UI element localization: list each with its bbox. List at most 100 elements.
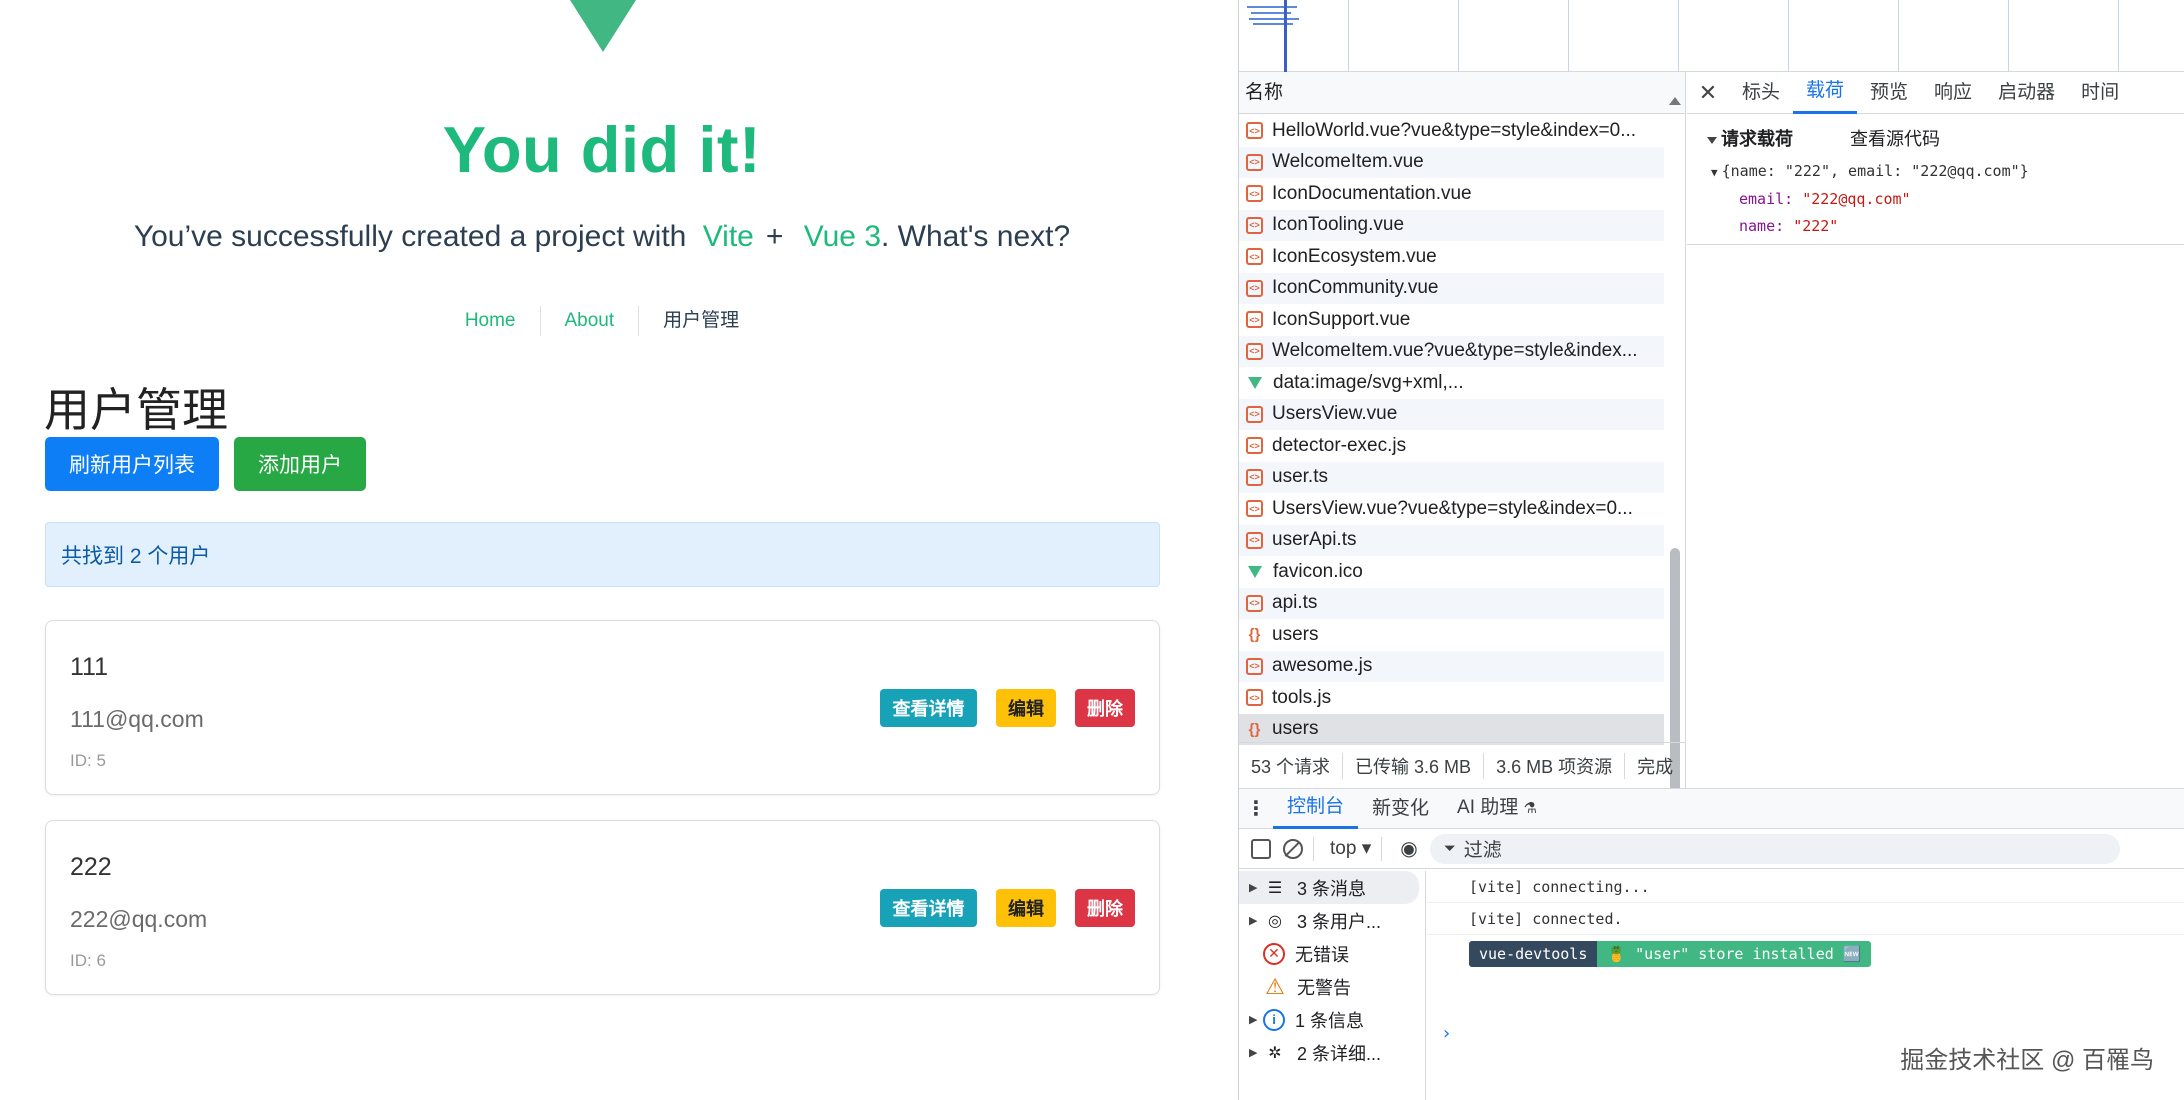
file-icon: <>	[1246, 248, 1263, 266]
request-payload-title[interactable]: 请求载荷	[1707, 125, 1793, 151]
tab-response[interactable]: 响应	[1921, 73, 1985, 113]
view-details-button[interactable]: 查看详情	[880, 889, 977, 927]
name-column-header[interactable]: 名称	[1239, 72, 1685, 114]
more-options-icon[interactable]: ⋮	[1239, 796, 1273, 821]
divider	[1313, 836, 1314, 861]
timeline-gridline	[1458, 0, 1459, 72]
tab-initiator[interactable]: 启动器	[1985, 73, 2068, 113]
request-name: tools.js	[1272, 686, 1332, 708]
request-row[interactable]: <> WelcomeItem.vue	[1239, 146, 1664, 178]
network-status-bar: 53 个请求 已传输 3.6 MB 3.6 MB 项资源 完成	[1239, 742, 1686, 788]
request-name: awesome.js	[1272, 655, 1373, 677]
request-row[interactable]: <> HelloWorld.vue?vue&type=style&index=0.…	[1239, 115, 1664, 147]
divider	[1381, 836, 1383, 861]
tab-ai-assistance[interactable]: AI 助理 ⚗	[1443, 789, 1551, 828]
sidebar-item-info[interactable]: ▶ i 1 条信息	[1239, 1003, 1425, 1036]
nav-about[interactable]: About	[539, 306, 639, 336]
timeline-gridline	[2008, 0, 2009, 72]
close-icon[interactable]: ✕	[1687, 80, 1729, 106]
clear-console-icon[interactable]	[1283, 838, 1303, 859]
sidebar-item-verbose[interactable]: ▶ ✲ 2 条详细...	[1239, 1036, 1425, 1069]
view-source-link[interactable]: 查看源代码	[1850, 125, 1940, 151]
add-user-button[interactable]: 添加用户	[234, 437, 366, 491]
request-row[interactable]: <> IconTooling.vue	[1239, 209, 1664, 241]
tab-headers[interactable]: 标头	[1729, 73, 1793, 113]
request-name: UsersView.vue	[1272, 403, 1398, 425]
timeline-bar	[1253, 23, 1293, 25]
nav-home[interactable]: Home	[441, 306, 540, 336]
edit-button[interactable]: 编辑	[996, 889, 1056, 927]
log-line: [vite] connected.	[1427, 903, 2184, 935]
request-row[interactable]: <> UsersView.vue?vue&type=style&index=0..…	[1239, 493, 1664, 525]
sidebar-toggle-icon[interactable]	[1251, 838, 1271, 859]
context-selector[interactable]: top ▾	[1330, 837, 1371, 860]
devtools-panel: 名称 <> HelloWorld.vue?vue&type=style&index…	[1238, 0, 2184, 1100]
tab-console[interactable]: 控制台	[1273, 788, 1359, 829]
edit-button[interactable]: 编辑	[996, 689, 1056, 727]
request-count: 53 个请求	[1239, 752, 1344, 779]
request-row[interactable]: <> IconSupport.vue	[1239, 304, 1664, 336]
vue-link[interactable]: Vue 3	[804, 220, 881, 253]
request-row[interactable]: <> WelcomeItem.vue?vue&type=style&index..…	[1239, 335, 1664, 367]
file-icon: <>	[1246, 122, 1263, 140]
request-row[interactable]: {} users	[1239, 713, 1664, 745]
request-row[interactable]: <> awesome.js	[1239, 650, 1664, 682]
request-row[interactable]: <> user.ts	[1239, 461, 1664, 493]
view-details-button[interactable]: 查看详情	[880, 689, 977, 727]
request-row[interactable]: data:image/svg+xml,...	[1239, 367, 1664, 399]
sidebar-item-errors[interactable]: ✕ 无错误	[1239, 937, 1425, 970]
request-row[interactable]: <> IconEcosystem.vue	[1239, 241, 1664, 273]
timeline-gridline	[1898, 0, 1899, 72]
payload-name-row: name: "222"	[1725, 213, 2029, 240]
tab-preview[interactable]: 预览	[1857, 73, 1921, 113]
request-row[interactable]: <> tools.js	[1239, 682, 1664, 714]
filter-input[interactable]: ⏷ 过滤	[1429, 833, 2120, 864]
info-icon: i	[1263, 1008, 1285, 1031]
request-row[interactable]: <> UsersView.vue	[1239, 398, 1664, 430]
sidebar-item-warnings[interactable]: ⚠ 无警告	[1239, 970, 1425, 1003]
network-timeline[interactable]	[1239, 0, 2184, 72]
request-row[interactable]: favicon.ico	[1239, 556, 1664, 588]
tab-payload[interactable]: 载荷	[1793, 71, 1858, 114]
user-id: ID: 5	[70, 751, 106, 770]
vite-link[interactable]: Vite	[703, 220, 754, 253]
request-row[interactable]: <> userApi.ts	[1239, 524, 1664, 556]
finish-status: 完成	[1637, 756, 1674, 777]
file-icon: <>	[1246, 311, 1263, 329]
console-prompt-icon[interactable]: ›	[1441, 1023, 1452, 1044]
vue-icon	[1248, 565, 1262, 578]
request-name: IconEcosystem.vue	[1272, 245, 1437, 267]
request-row[interactable]: <> detector-exec.js	[1239, 430, 1664, 462]
sidebar-item-user-messages[interactable]: ▶ ◎ 3 条用户...	[1239, 904, 1425, 937]
request-name: users	[1272, 623, 1319, 645]
scroll-up-icon[interactable]	[1669, 97, 1681, 105]
expand-arrow-icon: ▶	[1249, 915, 1258, 927]
delete-button[interactable]: 删除	[1075, 689, 1135, 727]
file-icon: <>	[1246, 279, 1263, 297]
request-detail-panel: ✕ 标头 载荷 预览 响应 启动器 时间 请求载荷 查看源代码 ▼ {name: …	[1687, 72, 2184, 788]
flask-icon: ⚗	[1523, 800, 1537, 817]
request-row[interactable]: {} users	[1239, 619, 1664, 651]
request-name: userApi.ts	[1272, 529, 1357, 551]
watermark: 掘金技术社区 @ 百罹鸟	[1900, 1047, 2154, 1074]
user-icon: ◎	[1268, 912, 1282, 930]
timeline-marker	[1284, 0, 1287, 72]
tab-timing[interactable]: 时间	[2068, 73, 2132, 113]
payload-email-value: "222@qq.com"	[1802, 190, 1911, 208]
delete-button[interactable]: 删除	[1075, 889, 1135, 927]
request-row[interactable]: <> api.ts	[1239, 587, 1664, 619]
request-name: UsersView.vue?vue&type=style&index=0...	[1272, 497, 1633, 519]
refresh-users-button[interactable]: 刷新用户列表	[45, 437, 219, 491]
request-row[interactable]: <> IconDocumentation.vue	[1239, 178, 1664, 210]
request-row[interactable]: <> IconCommunity.vue	[1239, 272, 1664, 304]
divider	[1687, 244, 2184, 245]
file-icon: <>	[1246, 468, 1263, 486]
transferred-size: 已传输 3.6 MB	[1343, 752, 1485, 779]
sidebar-item-label: 无警告	[1297, 977, 1351, 998]
request-scrollbar[interactable]	[1665, 97, 1685, 811]
nav-user-management[interactable]: 用户管理	[638, 306, 763, 336]
sidebar-item-messages[interactable]: ▶ ☰ 3 条消息	[1239, 871, 1419, 904]
payload-summary-row[interactable]: ▼ {name: "222", email: "222@qq.com"}	[1711, 158, 2029, 186]
eye-icon[interactable]: ◉	[1400, 836, 1417, 861]
tab-whats-new[interactable]: 新变化	[1358, 790, 1443, 828]
